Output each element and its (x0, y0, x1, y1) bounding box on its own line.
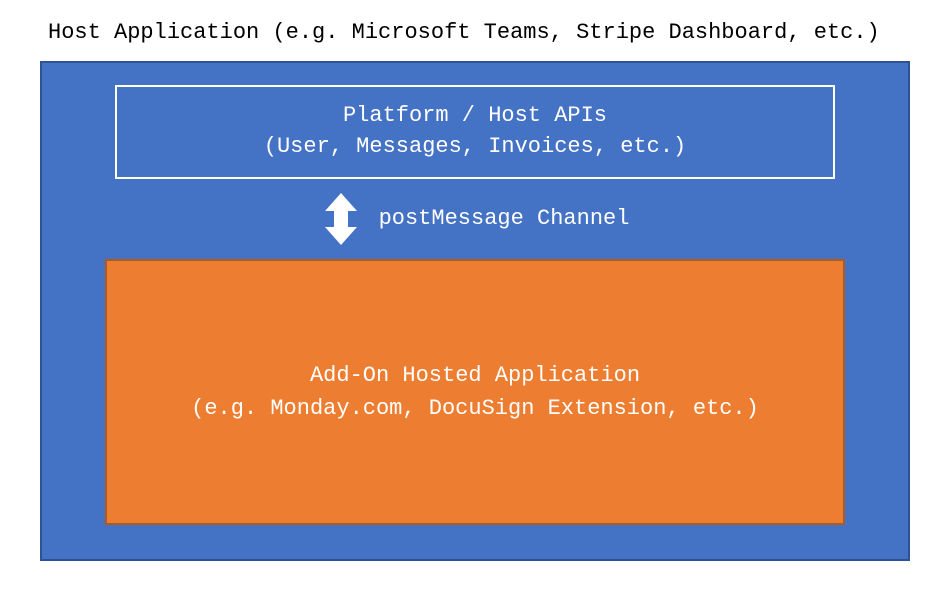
double-arrow-icon (321, 193, 361, 245)
host-application-container: Platform / Host APIs (User, Messages, In… (40, 61, 910, 561)
addon-box-line1: Add-On Hosted Application (117, 359, 833, 392)
diagram-title: Host Application (e.g. Microsoft Teams, … (48, 20, 910, 45)
platform-api-box: Platform / Host APIs (User, Messages, In… (115, 85, 835, 179)
api-box-line2: (User, Messages, Invoices, etc.) (127, 132, 823, 163)
channel-label: postMessage Channel (379, 206, 630, 231)
addon-box-line2: (e.g. Monday.com, DocuSign Extension, et… (117, 392, 833, 425)
addon-hosted-application-box: Add-On Hosted Application (e.g. Monday.c… (105, 259, 845, 525)
api-box-line1: Platform / Host APIs (127, 101, 823, 132)
postmessage-channel-row: postMessage Channel (102, 193, 848, 245)
